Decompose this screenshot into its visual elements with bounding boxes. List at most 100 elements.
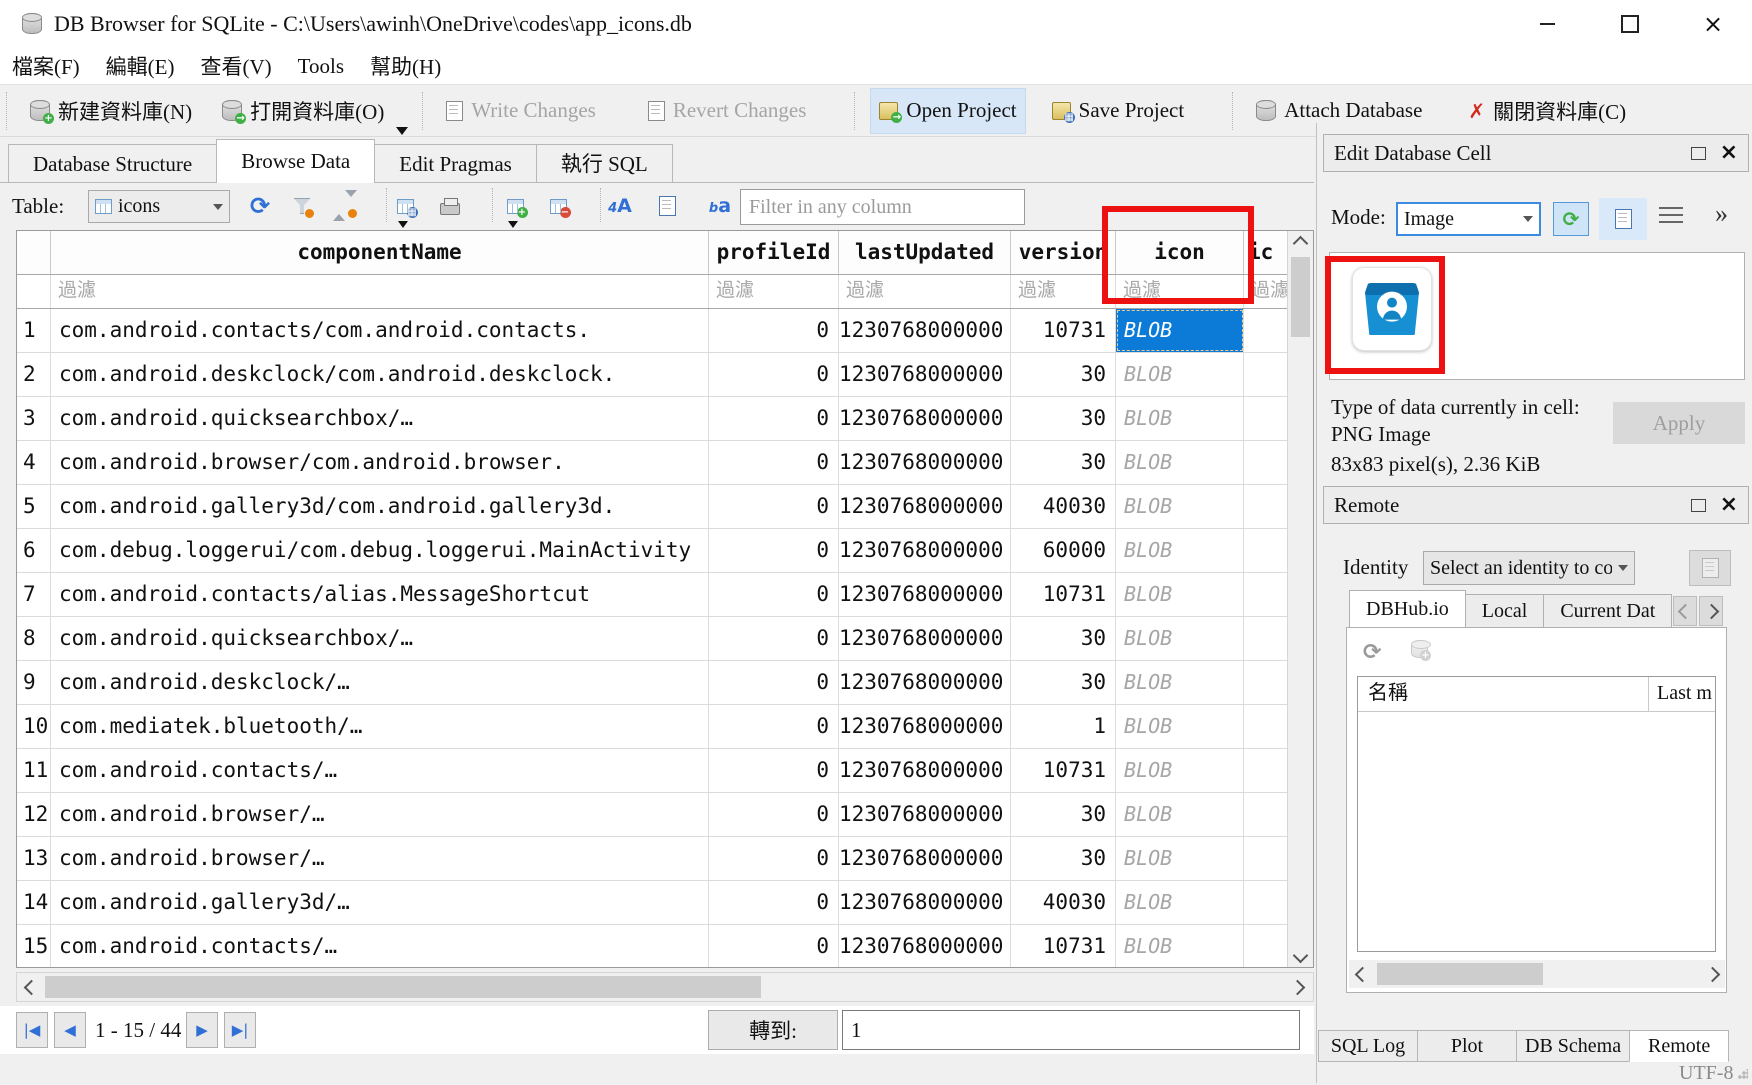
profileId-cell[interactable]: 0 <box>709 925 839 967</box>
version-cell[interactable]: 40030 <box>1011 485 1116 528</box>
version-cell[interactable]: 30 <box>1011 397 1116 440</box>
clipped-cell[interactable] <box>1244 441 1289 484</box>
remote-hscroll-thumb[interactable] <box>1377 963 1543 985</box>
profileId-cell[interactable]: 0 <box>709 705 839 748</box>
clipped-cell[interactable] <box>1244 353 1289 396</box>
lastUpdated-cell[interactable]: 1230768000000 <box>839 573 1011 616</box>
lastUpdated-cell[interactable]: 1230768000000 <box>839 441 1011 484</box>
clipped-cell[interactable] <box>1244 749 1289 792</box>
row-number-cell[interactable]: 2 <box>17 353 51 396</box>
main-tab[interactable]: Browse Data <box>216 139 375 183</box>
scroll-down-button[interactable] <box>1288 945 1313 965</box>
icon-blob-cell[interactable]: BLOB <box>1116 617 1244 660</box>
row-number-cell[interactable]: 5 <box>17 485 51 528</box>
filter-input-componentName[interactable]: 過濾 <box>51 275 709 308</box>
profileId-cell[interactable]: 0 <box>709 529 839 572</box>
icon-blob-cell-selected[interactable]: BLOB <box>1116 309 1244 352</box>
icon-blob-cell[interactable]: BLOB <box>1116 793 1244 836</box>
revert-changes-button[interactable]: Revert Changes <box>640 89 815 133</box>
apply-button[interactable]: Apply <box>1613 402 1745 444</box>
clipped-cell[interactable] <box>1244 705 1289 748</box>
clipped-cell[interactable] <box>1244 881 1289 924</box>
binary-view-button[interactable] <box>652 191 682 221</box>
profileId-cell[interactable]: 0 <box>709 837 839 880</box>
lastUpdated-cell[interactable]: 1230768000000 <box>839 749 1011 792</box>
componentName-cell[interactable]: com.android.deskclock/com.android.deskcl… <box>51 353 709 396</box>
profileId-cell[interactable]: 0 <box>709 749 839 792</box>
profileId-cell[interactable]: 0 <box>709 573 839 616</box>
remote-list-column-lastmodified[interactable]: Last m <box>1649 677 1715 711</box>
insert-record-dropdown-arrow[interactable] <box>508 221 518 228</box>
clipped-cell[interactable] <box>1244 661 1289 704</box>
resize-grip[interactable] <box>1738 1069 1748 1079</box>
filter-input-clipped[interactable]: 過濾 <box>1244 275 1289 308</box>
icon-blob-cell[interactable]: BLOB <box>1116 573 1244 616</box>
column-header-icon[interactable]: icon <box>1116 231 1244 274</box>
profileId-cell[interactable]: 0 <box>709 441 839 484</box>
profileId-cell[interactable]: 0 <box>709 617 839 660</box>
remote-tab[interactable]: DBHub.io <box>1349 590 1466 628</box>
delete-record-button[interactable]: − <box>543 191 573 221</box>
filter-input-lastUpdated[interactable]: 過濾 <box>839 275 1011 308</box>
componentName-cell[interactable]: com.android.contacts/… <box>51 749 709 792</box>
clipped-cell[interactable] <box>1244 485 1289 528</box>
componentName-cell[interactable]: com.android.gallery3d/com.android.galler… <box>51 485 709 528</box>
clipped-cell[interactable] <box>1244 793 1289 836</box>
row-number-cell[interactable]: 3 <box>17 397 51 440</box>
row-number-cell[interactable]: 8 <box>17 617 51 660</box>
icon-blob-cell[interactable]: BLOB <box>1116 485 1244 528</box>
profileId-cell[interactable]: 0 <box>709 793 839 836</box>
version-cell[interactable]: 10731 <box>1011 573 1116 616</box>
version-cell[interactable]: 10731 <box>1011 749 1116 792</box>
column-header-version[interactable]: version <box>1011 231 1116 274</box>
componentName-cell[interactable]: com.android.quicksearchbox/… <box>51 617 709 660</box>
lastUpdated-cell[interactable]: 1230768000000 <box>839 529 1011 572</box>
componentName-cell[interactable]: com.android.browser/… <box>51 837 709 880</box>
componentName-cell[interactable]: com.android.browser/com.android.browser. <box>51 441 709 484</box>
save-table-dropdown-arrow[interactable] <box>398 221 408 228</box>
row-number-cell[interactable]: 15 <box>17 925 51 967</box>
header-corner[interactable] <box>17 231 51 274</box>
menu-item[interactable]: 查看(V) <box>201 51 272 81</box>
version-cell[interactable]: 30 <box>1011 353 1116 396</box>
grid-horizontal-scrollbar[interactable] <box>16 972 1314 1002</box>
lastUpdated-cell[interactable]: 1230768000000 <box>839 793 1011 836</box>
row-number-cell[interactable]: 13 <box>17 837 51 880</box>
clipped-cell[interactable] <box>1244 837 1289 880</box>
next-page-button[interactable]: ▶ <box>186 1012 218 1048</box>
main-tab[interactable]: 執行 SQL <box>536 144 673 183</box>
float-panel-icon[interactable] <box>1691 147 1706 160</box>
version-cell[interactable]: 10731 <box>1011 925 1116 967</box>
version-cell[interactable]: 30 <box>1011 661 1116 704</box>
dock-tab[interactable]: Plot <box>1417 1030 1517 1062</box>
tab-scroll-right-button[interactable] <box>1699 596 1723 626</box>
version-cell[interactable]: 1 <box>1011 705 1116 748</box>
word-wrap-icon[interactable] <box>1659 207 1683 227</box>
text-view-button[interactable] <box>1599 198 1647 240</box>
close-panel-icon[interactable]: × <box>1720 495 1738 515</box>
filter-input-icon[interactable]: 過濾 <box>1116 275 1244 308</box>
mode-selector[interactable]: Image <box>1396 202 1541 236</box>
version-cell[interactable]: 10731 <box>1011 309 1116 352</box>
componentName-cell[interactable]: com.android.contacts/… <box>51 925 709 967</box>
clipped-cell[interactable] <box>1244 309 1289 352</box>
row-number-cell[interactable]: 4 <box>17 441 51 484</box>
tab-scroll-left-button[interactable] <box>1673 596 1697 626</box>
clipped-cell[interactable] <box>1244 573 1289 616</box>
profileId-cell[interactable]: 0 <box>709 881 839 924</box>
lastUpdated-cell[interactable]: 1230768000000 <box>839 309 1011 352</box>
save-table-button[interactable]: ▦ <box>390 191 420 221</box>
scroll-right-button[interactable] <box>1701 960 1723 988</box>
row-number-cell[interactable]: 7 <box>17 573 51 616</box>
insert-record-button[interactable]: + <box>500 191 530 221</box>
row-number-cell[interactable]: 14 <box>17 881 51 924</box>
icon-blob-cell[interactable]: BLOB <box>1116 529 1244 572</box>
goto-record-button[interactable]: 轉到: <box>708 1010 838 1050</box>
grid-hscroll-thumb[interactable] <box>45 976 761 998</box>
dock-tab[interactable]: Remote <box>1629 1030 1729 1062</box>
menu-item[interactable]: 幫助(H) <box>370 51 441 81</box>
menu-item[interactable]: Tools <box>298 54 344 79</box>
version-cell[interactable]: 30 <box>1011 441 1116 484</box>
version-cell[interactable]: 30 <box>1011 837 1116 880</box>
column-header-componentName[interactable]: componentName <box>51 231 709 274</box>
